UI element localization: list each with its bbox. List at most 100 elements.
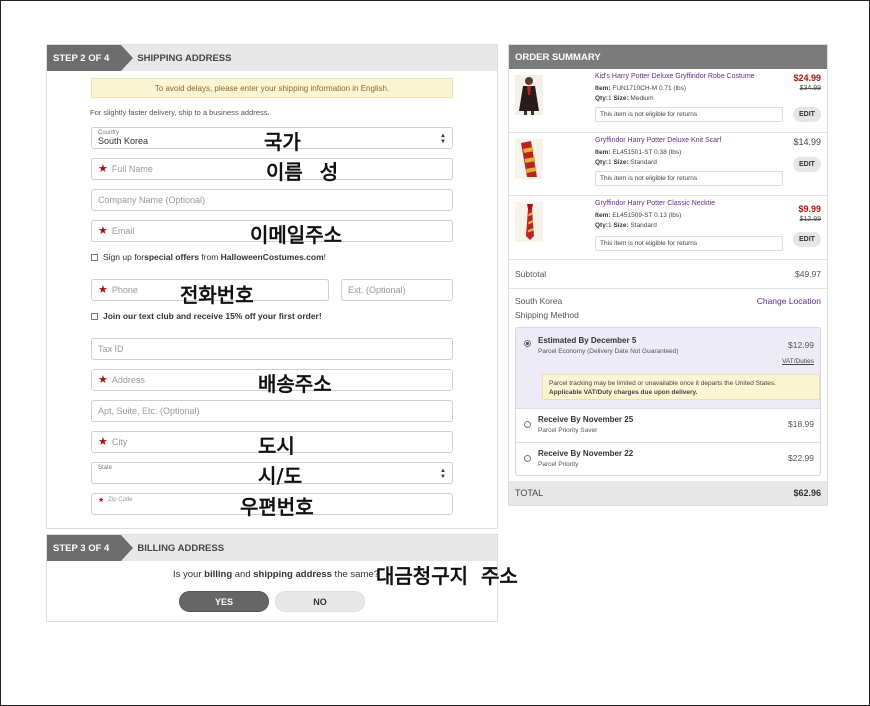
no-button[interactable]: NO [275, 591, 365, 612]
qty-label: Qty: [595, 159, 608, 166]
order-item: Gryffindor Harry Potter Deluxe Knit Scar… [509, 133, 827, 196]
option-subtitle: Parcel Priority [538, 461, 579, 468]
item-qty: 1 [608, 222, 612, 229]
company-placeholder: Company Name (Optional) [98, 195, 206, 205]
subtotal-value: $49.97 [795, 269, 821, 279]
text-club-label: Join our text club and receive 15% off y… [103, 311, 322, 321]
step-badge: STEP 3 OF 4 [47, 535, 134, 561]
edit-item-button[interactable]: EDIT [793, 107, 821, 122]
item-code: FUN1710CH-M [612, 85, 658, 92]
q-pre: Is your [173, 569, 205, 580]
order-item: Gryffindor Harry Potter Classic Necktie … [509, 196, 827, 260]
item-name-link[interactable]: Kid's Harry Potter Deluxe Gryffindor Rob… [595, 73, 755, 80]
edit-item-button[interactable]: EDIT [793, 232, 821, 247]
option-subtitle: Parcel Economy (Delivery Date Not Guaran… [538, 348, 679, 355]
offers-text-mid: from [198, 252, 221, 262]
radio-unselected[interactable] [524, 421, 531, 428]
item-name-link[interactable]: Gryffindor Harry Potter Deluxe Knit Scar… [595, 137, 721, 144]
order-summary-header: ORDER SUMMARY [509, 45, 827, 69]
radio-selected[interactable] [524, 340, 531, 347]
option-title: Receive By November 25 [538, 415, 634, 424]
item-price: $9.99 [798, 204, 821, 214]
size-label: Size: [613, 222, 629, 229]
billing-step-header: STEP 3 OF 4 BILLING ADDRESS [47, 535, 497, 561]
required-star-icon: ★ [98, 162, 108, 175]
option-subtitle: Parcel Priority Saver [538, 427, 598, 434]
vat-note-line-1: Parcel tracking may be limited or unavai… [549, 380, 776, 387]
edit-item-button[interactable]: EDIT [793, 157, 821, 172]
shipping-option-priority-saver[interactable]: Receive By November 25 Parcel Priority S… [516, 409, 820, 442]
text-club-checkbox[interactable] [91, 312, 98, 320]
returns-notice: This item is not eligible for returns [595, 107, 783, 122]
change-location-link[interactable]: Change Location [757, 296, 821, 306]
option-price: $18.99 [788, 419, 814, 429]
item-qty: 1 [608, 95, 612, 102]
vat-duties-link[interactable]: VAT/Duties [782, 358, 814, 365]
item-label: Item: [595, 149, 611, 156]
divider [509, 288, 827, 289]
option-title: Receive By November 22 [538, 449, 634, 458]
address-placeholder: Address [111, 375, 145, 385]
q-billing: billing [204, 569, 233, 580]
q-shipping: shipping address [253, 569, 332, 580]
robe-costume-thumbnail[interactable] [515, 75, 543, 115]
annotation-state: 시/도 [258, 464, 303, 488]
option-price: $12.99 [788, 340, 814, 350]
annotation-city: 도시 [258, 434, 295, 458]
total-bar: TOTAL $62.96 [509, 481, 827, 505]
state-label: State [98, 465, 113, 471]
item-weight: 0.71 (lbs) [658, 85, 687, 92]
apt-placeholder: Apt, Suite, Etc. (Optional) [98, 406, 200, 416]
apt-suite-field[interactable]: Apt, Suite, Etc. (Optional) [91, 400, 453, 422]
company-name-field[interactable]: Company Name (Optional) [91, 189, 453, 211]
qty-label: Qty: [595, 95, 608, 102]
q-end: the same? [331, 569, 379, 580]
radio-unselected[interactable] [524, 455, 531, 462]
shipping-method-label: Shipping Method [515, 310, 579, 320]
special-offers-checkbox[interactable] [91, 253, 98, 261]
item-size: Standard [630, 159, 657, 166]
item-label: Item: [595, 212, 611, 219]
item-code-line: Item: FUN1710CH-M 0.71 (lbs) [595, 85, 686, 92]
subtotal-label: Subtotal [515, 269, 547, 279]
tax-id-field[interactable]: Tax ID [91, 338, 453, 360]
returns-notice: This item is not eligible for returns [595, 236, 783, 251]
email-placeholder: Email [111, 226, 135, 236]
shipping-option-economy[interactable]: Estimated By December 5 Parcel Economy (… [516, 328, 820, 408]
item-qty-size-line: Qty:1 Size: Medium [595, 95, 654, 102]
ship-country: South Korea [515, 296, 563, 306]
required-star-icon: ★ [98, 435, 108, 448]
item-name-link[interactable]: Gryffindor Harry Potter Classic Necktie [595, 200, 715, 207]
item-code-line: Item: EL451501-ST 0.38 (lbs) [595, 149, 681, 156]
q-mid: and [232, 569, 254, 580]
scarf-thumbnail[interactable] [515, 139, 543, 179]
zip-placeholder: Zip Code [108, 497, 133, 503]
phone-ext-field[interactable]: Ext. (Optional) [341, 279, 453, 301]
option-title: Estimated By December 5 [538, 336, 637, 345]
same-address-question: Is your billing and shipping address the… [173, 569, 379, 580]
ext-placeholder: Ext. (Optional) [348, 285, 406, 295]
yes-button[interactable]: YES [179, 591, 269, 612]
shipping-options-box: Estimated By December 5 Parcel Economy (… [515, 327, 821, 476]
special-offers-checkbox-row[interactable]: Sign up for special offers from Hallowee… [91, 252, 326, 262]
size-label: Size: [613, 159, 629, 166]
order-summary-panel: ORDER SUMMARY Kid's Harry Potter Deluxe … [508, 44, 828, 506]
required-star-icon: ★ [98, 373, 108, 386]
phone-placeholder: Phone [111, 285, 138, 295]
shipping-option-priority[interactable]: Receive By November 22 Parcel Priority $… [516, 443, 820, 476]
item-original-price: $34.99 [799, 85, 821, 92]
returns-notice: This item is not eligible for returns [595, 171, 783, 186]
item-price: $24.99 [793, 73, 821, 83]
offers-text-end: ! [323, 252, 327, 262]
item-qty-size-line: Qty:1 Size: Standard [595, 222, 657, 229]
section-title: BILLING ADDRESS [137, 542, 225, 554]
text-club-checkbox-row[interactable]: Join our text club and receive 15% off y… [91, 311, 322, 321]
business-address-hint: For slightly faster delivery, ship to a … [90, 108, 270, 117]
annotation-country: 국가 [264, 130, 301, 154]
annotation-phone: 전화번호 [180, 283, 254, 307]
select-arrows-icon: ▲ ▼ [440, 133, 446, 145]
necktie-thumbnail[interactable] [515, 202, 543, 242]
shipping-step-header: STEP 2 OF 4 SHIPPING ADDRESS [47, 45, 497, 71]
full-name-placeholder: Full Name [111, 164, 153, 174]
item-qty: 1 [608, 159, 612, 166]
